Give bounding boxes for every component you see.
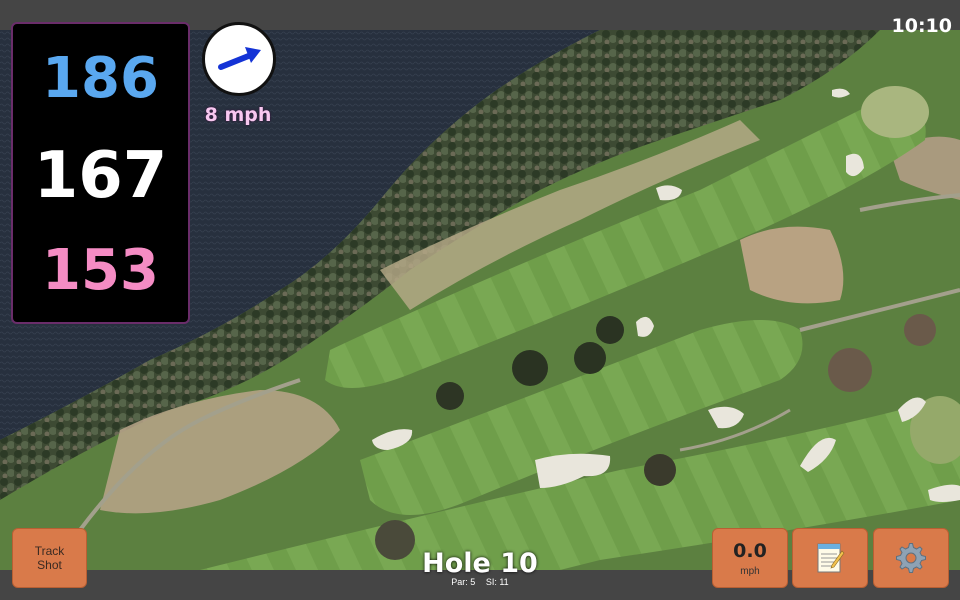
notepad-icon [817,543,845,573]
hole-title: Hole 10 [422,548,538,579]
speed-value: 0.0 [733,539,767,562]
distance-front: 153 [42,238,159,303]
track-shot-label-line1: Track [34,544,65,558]
speed-button[interactable]: 0.0 mph [712,528,788,588]
status-clock: 10:10 [891,15,952,37]
hole-par: Par: 5 [451,577,476,587]
distance-middle: 167 [33,139,168,213]
notes-button[interactable] [792,528,868,588]
wind-indicator [202,22,276,96]
wind-speed-label: 8 mph [204,104,272,126]
track-shot-button[interactable]: Track Shot [12,528,87,588]
speed-unit: mph [740,565,760,577]
settings-button[interactable] [873,528,949,588]
hole-stroke-index: SI: 11 [485,577,509,587]
distance-panel: 186 167 153 [11,22,190,324]
gear-icon [896,543,926,573]
track-shot-label-line2: Shot [37,558,62,572]
hole-info: Par: 5 SI: 11 [380,577,580,587]
arrow-icon [218,47,261,70]
distance-back: 186 [42,46,159,111]
